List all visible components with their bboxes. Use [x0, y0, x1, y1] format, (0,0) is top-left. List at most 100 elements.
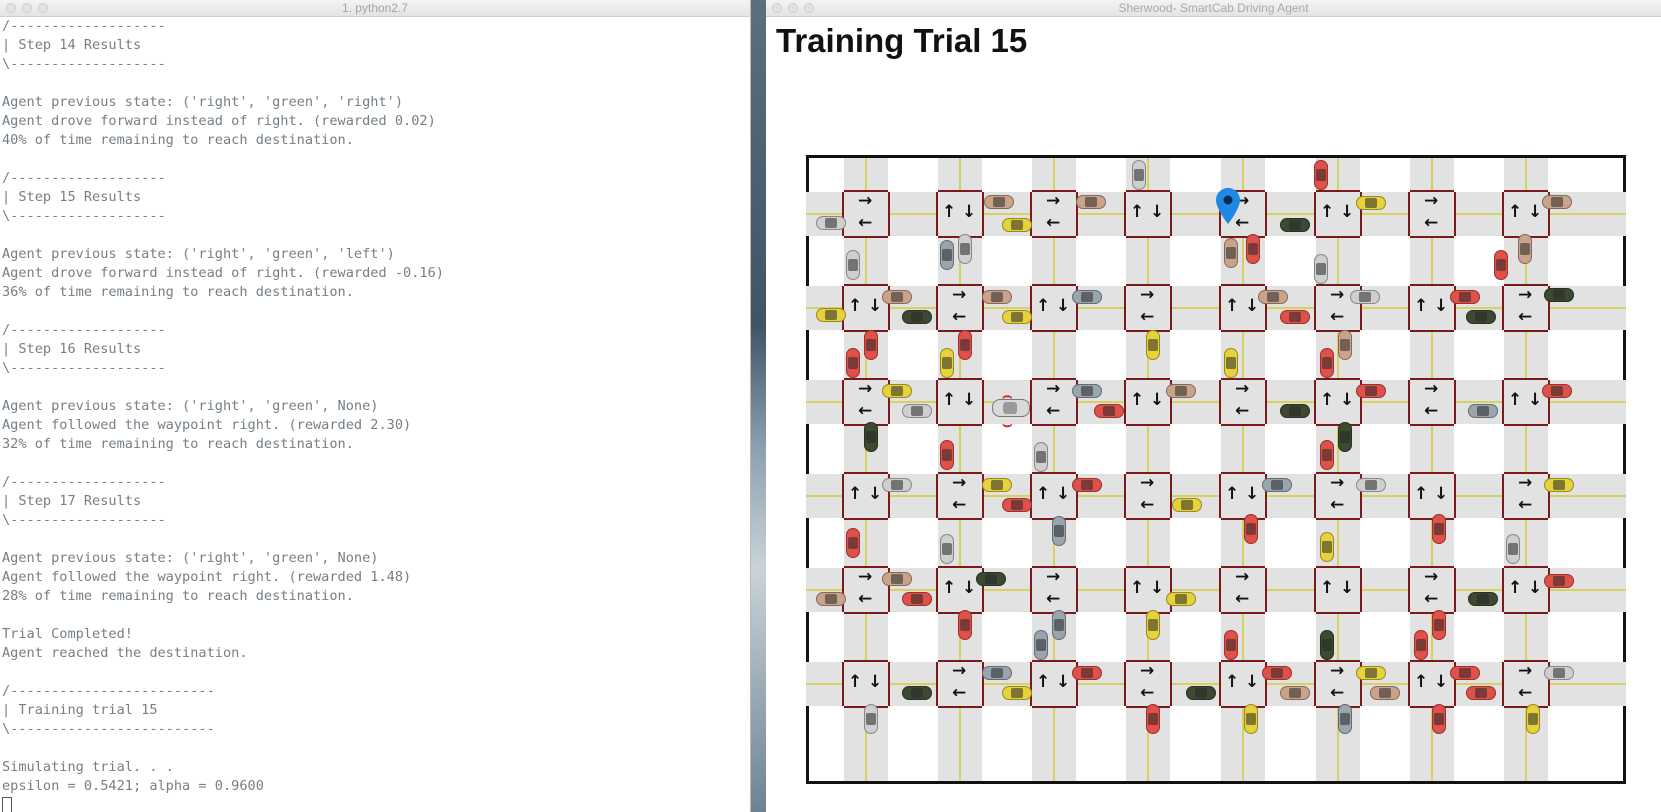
terminal-titlebar[interactable]: 1. python2.7 — [0, 0, 750, 17]
stop-line — [1126, 566, 1170, 568]
stop-line — [842, 474, 844, 518]
traffic-car-icon — [1280, 310, 1310, 324]
traffic-car-icon — [1338, 330, 1352, 360]
traffic-car-icon — [864, 704, 878, 734]
stop-line — [1221, 284, 1265, 286]
stop-line — [888, 662, 890, 706]
lane-divider — [1548, 683, 1626, 685]
terminal-line: Agent drove forward instead of right. (r… — [2, 113, 436, 129]
lane-divider — [865, 612, 867, 662]
stop-line — [1316, 378, 1360, 380]
stop-line — [1316, 566, 1360, 568]
terminal-line: Agent drove forward instead of right. (r… — [2, 265, 444, 281]
traffic-car-icon — [1320, 348, 1334, 378]
close-icon[interactable] — [6, 3, 16, 13]
lane-divider — [888, 589, 938, 591]
stop-line — [1170, 286, 1172, 330]
arrow-down-icon: ↓ — [868, 484, 883, 504]
arrow-left-icon: ← — [1140, 307, 1155, 327]
stop-line — [1408, 286, 1410, 330]
stop-line — [1032, 706, 1076, 708]
stop-line — [1314, 474, 1316, 518]
terminal-line: | Training trial 15 — [2, 702, 158, 718]
lane-divider — [1170, 307, 1221, 309]
arrow-down-icon: ↓ — [1340, 578, 1355, 598]
arrow-right-icon: → — [1518, 473, 1533, 493]
terminal-line: Trial Completed! — [2, 626, 133, 642]
terminal-output[interactable]: /------------------- | Step 14 Results \--… — [2, 17, 746, 812]
arrow-left-icon: ← — [858, 589, 873, 609]
arrow-left-icon: ← — [1046, 401, 1061, 421]
stop-line — [1502, 286, 1504, 330]
lane-divider — [982, 589, 1032, 591]
lane-divider — [1053, 236, 1055, 286]
traffic-car-icon — [1432, 704, 1446, 734]
arrow-up-icon: ↑ — [1320, 390, 1335, 410]
arrow-up-icon: ↑ — [1414, 484, 1429, 504]
arrow-left-icon: ← — [1235, 401, 1250, 421]
stop-line — [1410, 284, 1454, 286]
traffic-car-icon — [1224, 348, 1238, 378]
lane-divider — [1431, 236, 1433, 286]
minimize-icon[interactable] — [22, 3, 32, 13]
traffic-car-icon — [846, 348, 860, 378]
zoom-icon[interactable] — [804, 3, 814, 13]
traffic-car-icon — [976, 572, 1006, 586]
traffic-car-icon — [1246, 234, 1260, 264]
stop-line — [1360, 568, 1362, 612]
traffic-car-icon — [1356, 196, 1386, 210]
traffic-car-icon — [1542, 195, 1572, 209]
arrow-up-icon: ↑ — [1414, 672, 1429, 692]
stop-line — [1410, 660, 1454, 662]
lane-divider — [1337, 518, 1339, 568]
lane-divider — [1076, 683, 1126, 685]
stop-line — [1032, 236, 1076, 238]
simulator-window[interactable]: Sherwood- SmartCab Driving Agent Trainin… — [766, 0, 1661, 812]
traffic-car-icon — [982, 290, 1012, 304]
window-controls[interactable] — [6, 3, 48, 13]
window-controls[interactable] — [772, 3, 814, 13]
terminal-prompt[interactable] — [2, 796, 746, 812]
stop-line — [1454, 474, 1456, 518]
stop-line — [1316, 518, 1360, 520]
arrow-up-icon: ↑ — [942, 578, 957, 598]
arrow-down-icon: ↓ — [1340, 202, 1355, 222]
stop-line — [1221, 612, 1265, 614]
stop-line — [936, 568, 938, 612]
stop-line — [938, 518, 982, 520]
lane-divider — [1053, 424, 1055, 474]
traffic-car-icon — [1356, 384, 1386, 398]
stop-line — [1502, 662, 1504, 706]
lane-divider — [806, 589, 844, 591]
arrow-up-icon: ↑ — [848, 672, 863, 692]
lane-divider — [1454, 401, 1504, 403]
arrow-down-icon: ↓ — [1056, 296, 1071, 316]
traffic-car-icon — [940, 440, 954, 470]
simulator-titlebar[interactable]: Sherwood- SmartCab Driving Agent — [766, 0, 1661, 17]
arrow-down-icon: ↓ — [1340, 390, 1355, 410]
terminal-line: Simulating trial. . . — [2, 759, 174, 775]
stop-line — [844, 472, 888, 474]
stop-line — [938, 190, 982, 192]
traffic-car-icon — [1146, 330, 1160, 360]
minimize-icon[interactable] — [788, 3, 798, 13]
stop-line — [938, 424, 982, 426]
arrow-up-icon: ↑ — [1036, 672, 1051, 692]
traffic-car-icon — [1432, 514, 1446, 544]
close-icon[interactable] — [772, 3, 782, 13]
stop-line — [938, 378, 982, 380]
traffic-car-icon — [1494, 250, 1508, 280]
traffic-car-icon — [882, 478, 912, 492]
terminal-window[interactable]: 1. python2.7 /------------------- | Step … — [0, 0, 751, 812]
arrow-left-icon: ← — [1046, 213, 1061, 233]
traffic-car-icon — [1244, 514, 1258, 544]
lane-divider — [1170, 401, 1221, 403]
stop-line — [1408, 662, 1410, 706]
arrow-left-icon: ← — [952, 683, 967, 703]
traffic-car-icon — [1320, 532, 1334, 562]
zoom-icon[interactable] — [38, 3, 48, 13]
lane-divider — [1170, 495, 1221, 497]
stop-line — [1314, 380, 1316, 424]
traffic-car-icon — [1320, 440, 1334, 470]
